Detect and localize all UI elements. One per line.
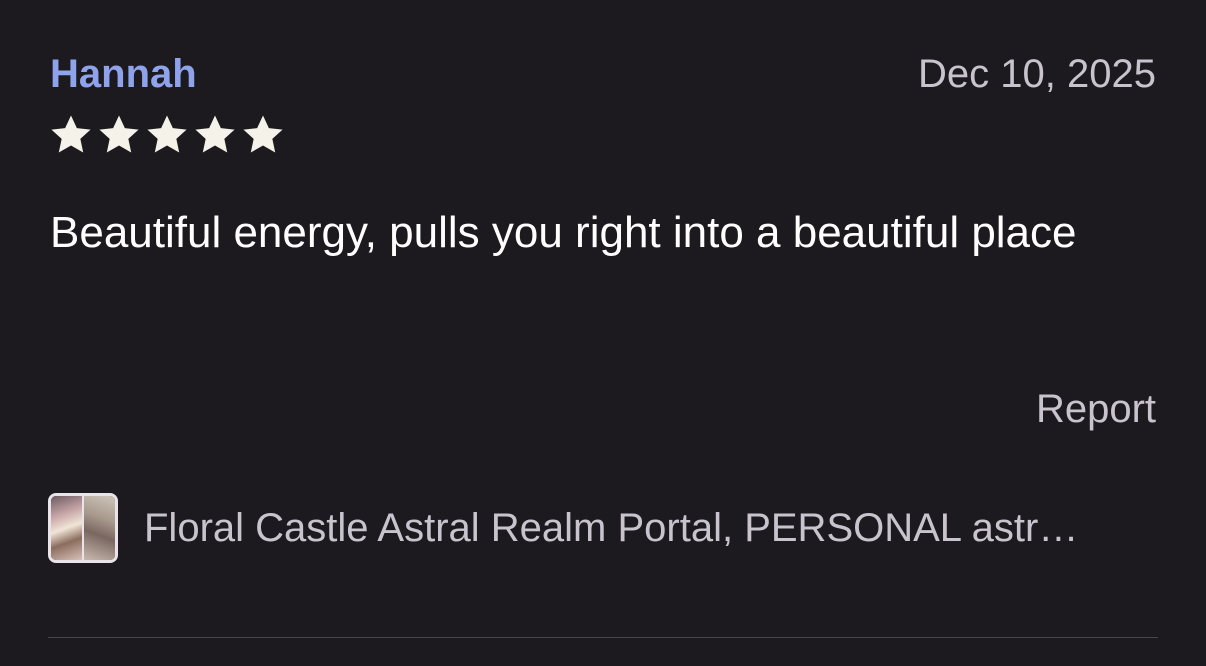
reviewer-name[interactable]: Hannah [50, 50, 197, 98]
review-date: Dec 10, 2025 [918, 52, 1156, 96]
product-title[interactable]: Floral Castle Astral Realm Portal, PERSO… [144, 504, 1156, 552]
review-text: Beautiful energy, pulls you right into a… [50, 208, 1077, 257]
product-thumbnail-right [82, 496, 115, 560]
product-thumbnail-left [51, 496, 82, 560]
star-rating [48, 112, 286, 158]
star-icon [48, 112, 94, 158]
star-icon [192, 112, 238, 158]
product-thumbnail[interactable] [48, 493, 118, 563]
star-icon [96, 112, 142, 158]
star-icon [144, 112, 190, 158]
reviewed-product-link[interactable]: Floral Castle Astral Realm Portal, PERSO… [48, 490, 1156, 566]
review-card: Hannah Dec 10, 2025 Beautiful energy, pu… [0, 0, 1206, 666]
star-icon [240, 112, 286, 158]
divider [48, 637, 1158, 638]
report-button[interactable]: Report [1036, 385, 1156, 433]
